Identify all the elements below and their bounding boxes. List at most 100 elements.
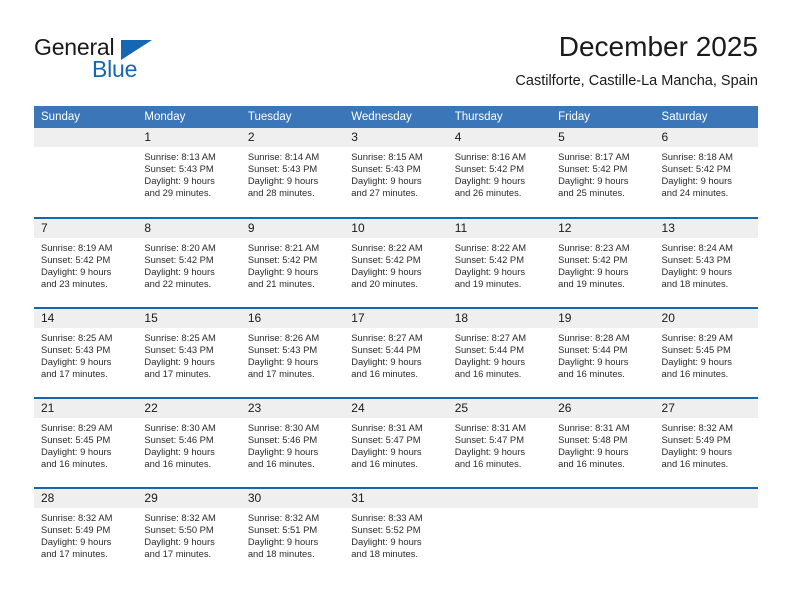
calendar-day-cell[interactable]: 17 Sunrise: 8:27 AM Sunset: 5:44 PM Dayligh…: [344, 307, 448, 398]
day-sun-info-line: Sunset: 5:43 PM: [247, 344, 318, 356]
day-cell-inner: 28 Sunrise: 8:32 AM Sunset: 5:49 PM Dayligh…: [34, 489, 138, 577]
day-number: 17: [344, 309, 448, 328]
calendar-day-cell[interactable]: 7 Sunrise: 8:19 AM Sunset: 5:42 PM Daylight…: [34, 217, 138, 308]
calendar-day-cell[interactable]: 24 Sunrise: 8:31 AM Sunset: 5:47 PM Dayligh…: [344, 397, 448, 488]
day-cell-inner: 6 Sunrise: 8:18 AM Sunset: 5:42 PM Daylight…: [654, 128, 758, 216]
calendar-table: Sunday Monday Tuesday Wednesday Thursday Frid…: [34, 106, 758, 578]
calendar-day-cell[interactable]: 25 Sunrise: 8:31 AM Sunset: 5:47 PM Dayligh…: [447, 397, 552, 488]
day-sun-info-line: Sunrise: 8:27 AM: [454, 332, 527, 343]
calendar-day-cell[interactable]: 23 Sunrise: 8:30 AM Sunset: 5:46 PM Dayligh…: [240, 397, 345, 488]
calendar-day-cell[interactable]: 3 Sunrise: 8:15 AM Sunset: 5:43 PM Daylight…: [344, 128, 448, 218]
day-sun-info-line: Sunrise: 8:14 AM: [247, 151, 320, 162]
day-sun-info-line: Sunrise: 8:13 AM: [144, 151, 216, 162]
day-number: 23: [240, 399, 345, 418]
day-cell-inner: 5 Sunrise: 8:17 AM Sunset: 5:42 PM Daylight…: [551, 128, 655, 216]
day-sun-info-line: Daylight: 9 hours: [247, 266, 319, 278]
calendar-day-cell-empty: [654, 487, 758, 578]
day-cell-inner: 15 Sunrise: 8:25 AM Sunset: 5:43 PM Dayligh…: [137, 309, 241, 397]
day-cell-inner: 23 Sunrise: 8:30 AM Sunset: 5:46 PM Dayligh…: [240, 399, 345, 487]
day-sun-info-line: Daylight: 9 hours: [144, 266, 215, 278]
day-number: 11: [447, 219, 552, 238]
title-block: December 2025 Castilforte, Castille-La M…: [515, 30, 758, 92]
day-sun-info-line: Sunrise: 8:16 AM: [454, 151, 527, 162]
day-sun-info-line: Sunrise: 8:26 AM: [247, 332, 320, 343]
calendar-day-cell[interactable]: 16 Sunrise: 8:26 AM Sunset: 5:43 PM Dayligh…: [240, 307, 345, 398]
day-sun-info: Sunrise: 8:28 AM Sunset: 5:44 PM Daylight:…: [551, 328, 654, 380]
day-sun-info-line: Sunset: 5:42 PM: [351, 254, 421, 266]
calendar-day-cell[interactable]: 19 Sunrise: 8:28 AM Sunset: 5:44 PM Dayligh…: [551, 307, 655, 398]
day-number: 1: [137, 128, 241, 147]
calendar-day-cell[interactable]: 15 Sunrise: 8:25 AM Sunset: 5:43 PM Dayligh…: [137, 307, 241, 398]
day-sun-info: Sunrise: 8:25 AM Sunset: 5:43 PM Daylight:…: [34, 328, 137, 380]
calendar-day-cell[interactable]: 27 Sunrise: 8:32 AM Sunset: 5:49 PM Dayligh…: [654, 397, 758, 488]
day-sun-info-line: Daylight: 9 hours: [661, 446, 732, 458]
day-number: [34, 128, 138, 147]
calendar-day-cell[interactable]: 26 Sunrise: 8:31 AM Sunset: 5:48 PM Dayligh…: [551, 397, 655, 488]
day-sun-info: Sunrise: 8:32 AM Sunset: 5:51 PM Daylight:…: [241, 508, 344, 560]
day-number: 19: [551, 309, 655, 328]
calendar-day-cell[interactable]: 31 Sunrise: 8:33 AM Sunset: 5:52 PM Dayligh…: [344, 487, 448, 578]
calendar-day-cell[interactable]: 21 Sunrise: 8:29 AM Sunset: 5:45 PM Dayligh…: [34, 397, 138, 488]
day-sun-info-line: Daylight: 9 hours: [41, 266, 112, 278]
day-sun-info-line: Sunrise: 8:32 AM: [661, 422, 733, 433]
day-cell-inner: 13 Sunrise: 8:24 AM Sunset: 5:43 PM Dayligh…: [654, 219, 758, 307]
calendar-day-cell[interactable]: 5 Sunrise: 8:17 AM Sunset: 5:42 PM Daylight…: [551, 128, 655, 218]
calendar-week-row: 28 Sunrise: 8:32 AM Sunset: 5:49 PM Dayligh…: [34, 487, 758, 578]
calendar-day-cell[interactable]: 6 Sunrise: 8:18 AM Sunset: 5:42 PM Daylight…: [654, 128, 758, 218]
day-number: 8: [137, 219, 241, 238]
day-number: 2: [240, 128, 345, 147]
location-subtitle: Castilforte, Castille-La Mancha, Spain: [515, 73, 758, 89]
calendar-day-cell[interactable]: 14 Sunrise: 8:25 AM Sunset: 5:43 PM Dayligh…: [34, 307, 138, 398]
day-sun-info: Sunrise: 8:17 AM Sunset: 5:42 PM Daylight:…: [551, 147, 654, 199]
day-number: 18: [447, 309, 552, 328]
calendar-day-cell[interactable]: 22 Sunrise: 8:30 AM Sunset: 5:46 PM Dayligh…: [137, 397, 241, 488]
calendar-day-cell[interactable]: 2 Sunrise: 8:14 AM Sunset: 5:43 PM Daylight…: [240, 128, 345, 218]
calendar-day-cell[interactable]: 10 Sunrise: 8:22 AM Sunset: 5:42 PM Dayligh…: [344, 217, 448, 308]
calendar-day-cell[interactable]: 11 Sunrise: 8:22 AM Sunset: 5:42 PM Dayligh…: [447, 217, 552, 308]
day-cell-inner: 9 Sunrise: 8:21 AM Sunset: 5:42 PM Daylight…: [240, 219, 345, 307]
day-sun-info: Sunrise: 8:18 AM Sunset: 5:42 PM Daylight:…: [655, 147, 758, 199]
calendar-day-cell[interactable]: 8 Sunrise: 8:20 AM Sunset: 5:42 PM Daylight…: [137, 217, 241, 308]
day-cell-inner: 29 Sunrise: 8:32 AM Sunset: 5:50 PM Dayligh…: [137, 489, 241, 577]
calendar-day-cell[interactable]: 18 Sunrise: 8:27 AM Sunset: 5:44 PM Dayligh…: [447, 307, 552, 398]
day-cell-inner: 7 Sunrise: 8:19 AM Sunset: 5:42 PM Daylight…: [34, 219, 138, 307]
calendar-day-cell[interactable]: 28 Sunrise: 8:32 AM Sunset: 5:49 PM Dayligh…: [34, 487, 138, 578]
calendar-day-cell[interactable]: 30 Sunrise: 8:32 AM Sunset: 5:51 PM Dayligh…: [240, 487, 345, 578]
day-sun-info-line: Sunrise: 8:25 AM: [41, 332, 113, 343]
day-sun-info-line: and 18 minutes.: [351, 548, 418, 560]
day-sun-info-line: Sunset: 5:43 PM: [247, 163, 318, 175]
day-cell-inner: [34, 128, 138, 216]
calendar-day-cell[interactable]: 12 Sunrise: 8:23 AM Sunset: 5:42 PM Dayligh…: [551, 217, 655, 308]
day-cell-inner: 12 Sunrise: 8:23 AM Sunset: 5:42 PM Dayligh…: [551, 219, 655, 307]
day-sun-info-line: and 17 minutes.: [247, 368, 315, 380]
day-sun-info-line: and 16 minutes.: [247, 458, 315, 470]
day-sun-info-line: Daylight: 9 hours: [144, 446, 215, 458]
day-sun-info-line: and 19 minutes.: [454, 278, 522, 290]
day-sun-info-line: Sunset: 5:43 PM: [351, 163, 421, 175]
calendar-day-cell[interactable]: 13 Sunrise: 8:24 AM Sunset: 5:43 PM Dayligh…: [654, 217, 758, 308]
calendar-day-cell[interactable]: 4 Sunrise: 8:16 AM Sunset: 5:42 PM Daylight…: [447, 128, 552, 218]
day-sun-info-line: Daylight: 9 hours: [351, 356, 422, 368]
day-sun-info-line: Sunset: 5:47 PM: [351, 434, 421, 446]
day-sun-info: Sunrise: 8:30 AM Sunset: 5:46 PM Daylight:…: [137, 418, 240, 470]
brand-logo[interactable]: General Blue: [34, 34, 204, 92]
day-sun-info: Sunrise: 8:23 AM Sunset: 5:42 PM Daylight:…: [551, 238, 654, 290]
calendar-day-cell[interactable]: 1 Sunrise: 8:13 AM Sunset: 5:43 PM Daylight…: [137, 128, 241, 218]
calendar-day-cell[interactable]: 9 Sunrise: 8:21 AM Sunset: 5:42 PM Daylight…: [240, 217, 345, 308]
calendar-head: Sunday Monday Tuesday Wednesday Thursday Frid…: [34, 106, 758, 128]
weekday-header-sunday: Sunday: [34, 106, 138, 128]
day-sun-info: Sunrise: 8:29 AM Sunset: 5:45 PM Daylight:…: [34, 418, 137, 470]
day-sun-info-line: Sunrise: 8:30 AM: [247, 422, 320, 433]
calendar-day-cell-empty: [34, 128, 138, 218]
day-sun-info-line: Sunset: 5:43 PM: [661, 254, 731, 266]
calendar-week-row: 7 Sunrise: 8:19 AM Sunset: 5:42 PM Daylight…: [34, 217, 758, 308]
weekday-header-row: Sunday Monday Tuesday Wednesday Thursday Frid…: [34, 106, 758, 128]
day-sun-info-line: Daylight: 9 hours: [351, 175, 422, 187]
day-sun-info-line: Daylight: 9 hours: [41, 446, 112, 458]
calendar-day-cell[interactable]: 20 Sunrise: 8:29 AM Sunset: 5:45 PM Dayligh…: [654, 307, 758, 398]
day-sun-info-line: and 16 minutes.: [558, 368, 625, 380]
day-sun-info-line: Sunrise: 8:32 AM: [247, 512, 320, 523]
day-sun-info-line: and 16 minutes.: [144, 458, 212, 470]
day-sun-info-line: Sunrise: 8:22 AM: [454, 242, 527, 253]
calendar-day-cell[interactable]: 29 Sunrise: 8:32 AM Sunset: 5:50 PM Dayligh…: [137, 487, 241, 578]
